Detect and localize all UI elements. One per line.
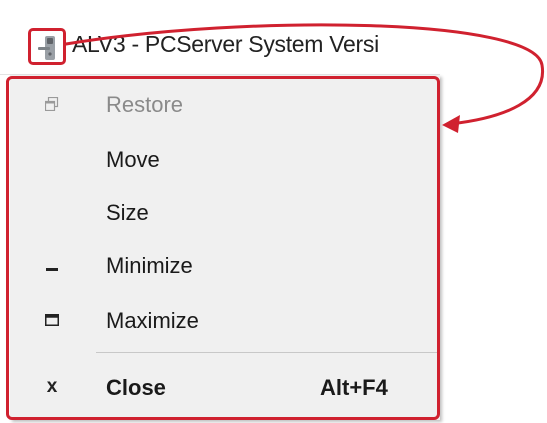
menu-item-label: Close (106, 375, 166, 400)
menu-item-close[interactable]: x Close Alt+F4 (20, 363, 440, 411)
menu-item-maximize[interactable]: Maximize (20, 296, 440, 344)
close-shortcut: Alt+F4 (320, 375, 388, 400)
menu-item-label: Maximize (106, 308, 199, 333)
menu-item-label: Size (106, 200, 149, 225)
menu-separator (96, 352, 440, 353)
window-title: ALV3 - PCServer System Versi (72, 31, 379, 57)
system-menu: Restore Move Size Minimize Maximize x Cl… (10, 75, 440, 420)
menu-item-label: Move (106, 147, 160, 172)
menu-item-size[interactable]: Size (20, 188, 440, 236)
minimize-icon (40, 251, 64, 279)
app-icon-button[interactable] (28, 28, 66, 65)
close-icon: x (46, 376, 58, 397)
menu-item-minimize[interactable]: Minimize (20, 241, 440, 289)
maximize-icon (40, 306, 64, 334)
menu-item-restore[interactable]: Restore (20, 80, 440, 128)
menu-item-move[interactable]: Move (20, 135, 440, 183)
menu-item-label: Restore (106, 92, 184, 117)
door-lock-icon (38, 36, 55, 60)
restore-icon (40, 90, 64, 118)
menu-item-label: Minimize (106, 253, 193, 278)
title-bar[interactable]: ALV3 - PCServer System Versi (0, 0, 440, 75)
